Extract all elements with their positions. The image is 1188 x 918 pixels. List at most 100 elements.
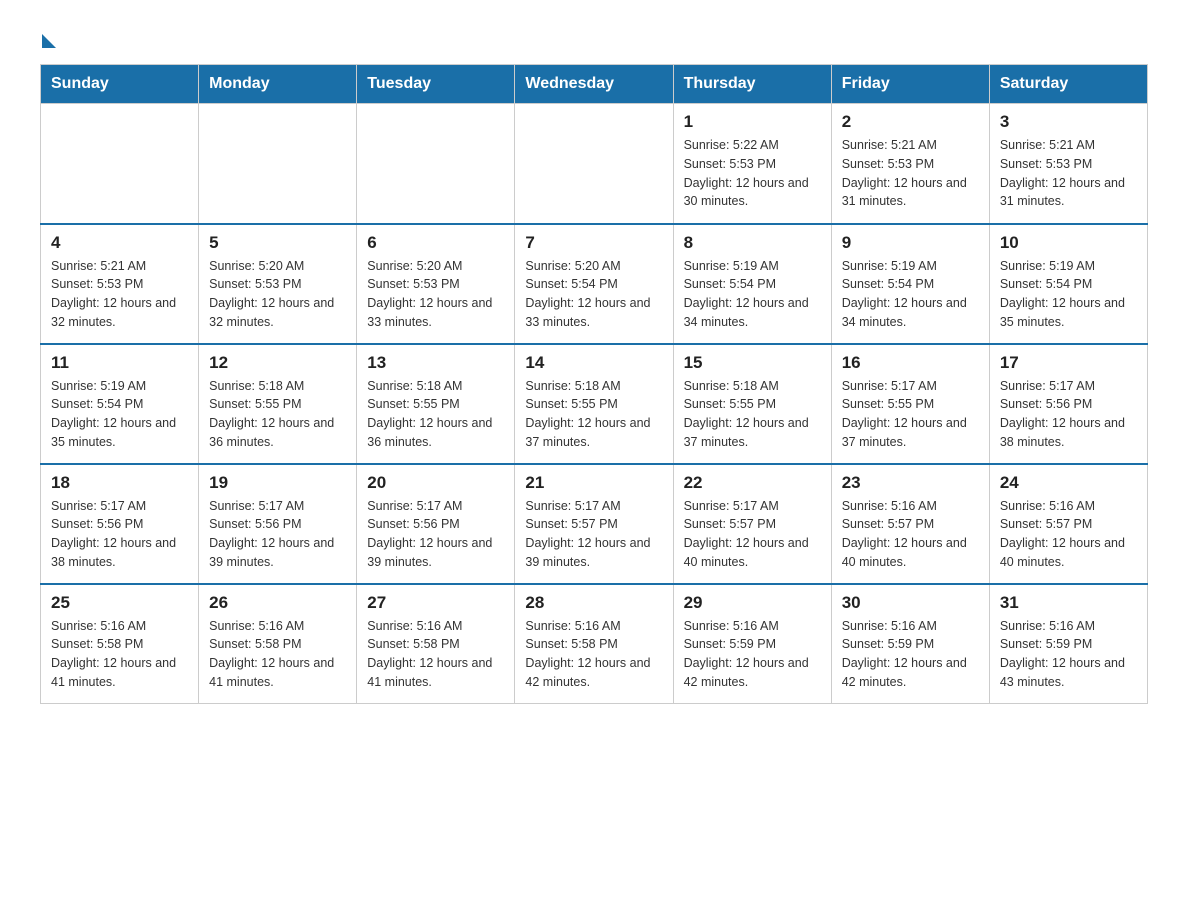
calendar-cell: 11Sunrise: 5:19 AM Sunset: 5:54 PM Dayli… <box>41 344 199 464</box>
day-number: 8 <box>684 233 821 253</box>
calendar-cell: 13 Sunrise: 5:18 AM Sunset: 5:55 PM Dayli… <box>357 344 515 464</box>
day-detail: Sunrise: 5:21 AM Sunset: 5:53 PM Dayligh… <box>51 257 188 332</box>
day-number: 2 <box>842 112 979 132</box>
day-number: 4 <box>51 233 188 253</box>
calendar-table: SundayMondayTuesdayWednesdayThursdayFrid… <box>40 64 1148 704</box>
calendar-header-thursday: Thursday <box>673 65 831 104</box>
day-detail: Sunrise: 5:22 AM Sunset: 5:53 PM Dayligh… <box>684 136 821 211</box>
calendar-cell: 9 Sunrise: 5:19 AM Sunset: 5:54 PM Daylig… <box>831 224 989 344</box>
calendar-cell: 17 Sunrise: 5:17 AM Sunset: 5:56 PM Dayli… <box>989 344 1147 464</box>
calendar-cell <box>199 104 357 224</box>
day-number: 6 <box>367 233 504 253</box>
day-number: 19 <box>209 473 346 493</box>
calendar-header-saturday: Saturday <box>989 65 1147 104</box>
calendar-cell: 10 Sunrise: 5:19 AM Sunset: 5:54 PM Dayli… <box>989 224 1147 344</box>
day-detail: Sunrise: 5:18 AM Sunset: 5:55 PM Dayligh… <box>367 377 504 452</box>
day-detail: Sunrise: 5:21 AM Sunset: 5:53 PM Dayligh… <box>1000 136 1137 211</box>
calendar-cell: 15 Sunrise: 5:18 AM Sunset: 5:55 PM Dayli… <box>673 344 831 464</box>
day-detail: Sunrise: 5:21 AM Sunset: 5:53 PM Dayligh… <box>842 136 979 211</box>
day-detail: Sunrise: 5:18 AM Sunset: 5:55 PM Dayligh… <box>209 377 346 452</box>
calendar-cell <box>357 104 515 224</box>
calendar-header-sunday: Sunday <box>41 65 199 104</box>
day-number: 3 <box>1000 112 1137 132</box>
calendar-cell: 28 Sunrise: 5:16 AM Sunset: 5:58 PM Dayli… <box>515 584 673 704</box>
calendar-cell: 27Sunrise: 5:16 AM Sunset: 5:58 PM Dayli… <box>357 584 515 704</box>
day-number: 23 <box>842 473 979 493</box>
day-detail: Sunrise: 5:17 AM Sunset: 5:56 PM Dayligh… <box>367 497 504 572</box>
day-detail: Sunrise: 5:16 AM Sunset: 5:58 PM Dayligh… <box>525 617 662 692</box>
day-detail: Sunrise: 5:18 AM Sunset: 5:55 PM Dayligh… <box>525 377 662 452</box>
day-number: 10 <box>1000 233 1137 253</box>
calendar-cell <box>515 104 673 224</box>
calendar-cell: 19Sunrise: 5:17 AM Sunset: 5:56 PM Dayli… <box>199 464 357 584</box>
calendar-cell: 25 Sunrise: 5:16 AM Sunset: 5:58 PM Dayli… <box>41 584 199 704</box>
calendar-cell: 14Sunrise: 5:18 AM Sunset: 5:55 PM Dayli… <box>515 344 673 464</box>
day-detail: Sunrise: 5:16 AM Sunset: 5:57 PM Dayligh… <box>1000 497 1137 572</box>
day-detail: Sunrise: 5:20 AM Sunset: 5:53 PM Dayligh… <box>209 257 346 332</box>
day-number: 26 <box>209 593 346 613</box>
day-number: 31 <box>1000 593 1137 613</box>
day-detail: Sunrise: 5:16 AM Sunset: 5:58 PM Dayligh… <box>51 617 188 692</box>
page-header <box>40 30 1148 44</box>
day-detail: Sunrise: 5:16 AM Sunset: 5:58 PM Dayligh… <box>367 617 504 692</box>
day-detail: Sunrise: 5:16 AM Sunset: 5:59 PM Dayligh… <box>684 617 821 692</box>
calendar-cell: 7 Sunrise: 5:20 AM Sunset: 5:54 PM Daylig… <box>515 224 673 344</box>
calendar-week-row: 4 Sunrise: 5:21 AM Sunset: 5:53 PM Daylig… <box>41 224 1148 344</box>
calendar-cell: 8 Sunrise: 5:19 AM Sunset: 5:54 PM Daylig… <box>673 224 831 344</box>
day-detail: Sunrise: 5:17 AM Sunset: 5:57 PM Dayligh… <box>684 497 821 572</box>
day-detail: Sunrise: 5:16 AM Sunset: 5:58 PM Dayligh… <box>209 617 346 692</box>
calendar-cell: 4 Sunrise: 5:21 AM Sunset: 5:53 PM Daylig… <box>41 224 199 344</box>
calendar-cell: 16 Sunrise: 5:17 AM Sunset: 5:55 PM Dayli… <box>831 344 989 464</box>
calendar-week-row: 1 Sunrise: 5:22 AM Sunset: 5:53 PM Daylig… <box>41 104 1148 224</box>
calendar-cell: 29 Sunrise: 5:16 AM Sunset: 5:59 PM Dayli… <box>673 584 831 704</box>
calendar-cell: 2 Sunrise: 5:21 AM Sunset: 5:53 PM Daylig… <box>831 104 989 224</box>
day-number: 25 <box>51 593 188 613</box>
calendar-week-row: 25 Sunrise: 5:16 AM Sunset: 5:58 PM Dayli… <box>41 584 1148 704</box>
day-number: 15 <box>684 353 821 373</box>
day-number: 29 <box>684 593 821 613</box>
day-number: 16 <box>842 353 979 373</box>
calendar-header-wednesday: Wednesday <box>515 65 673 104</box>
calendar-week-row: 18 Sunrise: 5:17 AM Sunset: 5:56 PM Dayli… <box>41 464 1148 584</box>
day-detail: Sunrise: 5:19 AM Sunset: 5:54 PM Dayligh… <box>1000 257 1137 332</box>
logo <box>40 30 60 44</box>
day-detail: Sunrise: 5:16 AM Sunset: 5:57 PM Dayligh… <box>842 497 979 572</box>
day-number: 9 <box>842 233 979 253</box>
calendar-header-tuesday: Tuesday <box>357 65 515 104</box>
calendar-header-friday: Friday <box>831 65 989 104</box>
day-detail: Sunrise: 5:20 AM Sunset: 5:54 PM Dayligh… <box>525 257 662 332</box>
calendar-header-row: SundayMondayTuesdayWednesdayThursdayFrid… <box>41 65 1148 104</box>
calendar-cell: 1 Sunrise: 5:22 AM Sunset: 5:53 PM Daylig… <box>673 104 831 224</box>
day-number: 7 <box>525 233 662 253</box>
calendar-cell: 3 Sunrise: 5:21 AM Sunset: 5:53 PM Daylig… <box>989 104 1147 224</box>
day-number: 1 <box>684 112 821 132</box>
day-detail: Sunrise: 5:19 AM Sunset: 5:54 PM Dayligh… <box>842 257 979 332</box>
calendar-cell: 5 Sunrise: 5:20 AM Sunset: 5:53 PM Daylig… <box>199 224 357 344</box>
day-number: 18 <box>51 473 188 493</box>
calendar-cell: 20Sunrise: 5:17 AM Sunset: 5:56 PM Dayli… <box>357 464 515 584</box>
day-number: 17 <box>1000 353 1137 373</box>
day-detail: Sunrise: 5:17 AM Sunset: 5:55 PM Dayligh… <box>842 377 979 452</box>
day-number: 5 <box>209 233 346 253</box>
day-detail: Sunrise: 5:18 AM Sunset: 5:55 PM Dayligh… <box>684 377 821 452</box>
day-number: 21 <box>525 473 662 493</box>
day-detail: Sunrise: 5:17 AM Sunset: 5:56 PM Dayligh… <box>1000 377 1137 452</box>
day-detail: Sunrise: 5:19 AM Sunset: 5:54 PM Dayligh… <box>684 257 821 332</box>
day-number: 13 <box>367 353 504 373</box>
day-detail: Sunrise: 5:20 AM Sunset: 5:53 PM Dayligh… <box>367 257 504 332</box>
day-number: 28 <box>525 593 662 613</box>
day-detail: Sunrise: 5:17 AM Sunset: 5:56 PM Dayligh… <box>51 497 188 572</box>
day-number: 24 <box>1000 473 1137 493</box>
day-detail: Sunrise: 5:16 AM Sunset: 5:59 PM Dayligh… <box>842 617 979 692</box>
calendar-cell: 12Sunrise: 5:18 AM Sunset: 5:55 PM Dayli… <box>199 344 357 464</box>
calendar-cell: 24 Sunrise: 5:16 AM Sunset: 5:57 PM Dayli… <box>989 464 1147 584</box>
logo-arrow-icon <box>42 34 56 48</box>
day-number: 30 <box>842 593 979 613</box>
calendar-cell: 21Sunrise: 5:17 AM Sunset: 5:57 PM Dayli… <box>515 464 673 584</box>
calendar-cell <box>41 104 199 224</box>
calendar-cell: 31Sunrise: 5:16 AM Sunset: 5:59 PM Dayli… <box>989 584 1147 704</box>
calendar-cell: 22Sunrise: 5:17 AM Sunset: 5:57 PM Dayli… <box>673 464 831 584</box>
day-detail: Sunrise: 5:19 AM Sunset: 5:54 PM Dayligh… <box>51 377 188 452</box>
calendar-cell: 23 Sunrise: 5:16 AM Sunset: 5:57 PM Dayli… <box>831 464 989 584</box>
calendar-cell: 30 Sunrise: 5:16 AM Sunset: 5:59 PM Dayli… <box>831 584 989 704</box>
